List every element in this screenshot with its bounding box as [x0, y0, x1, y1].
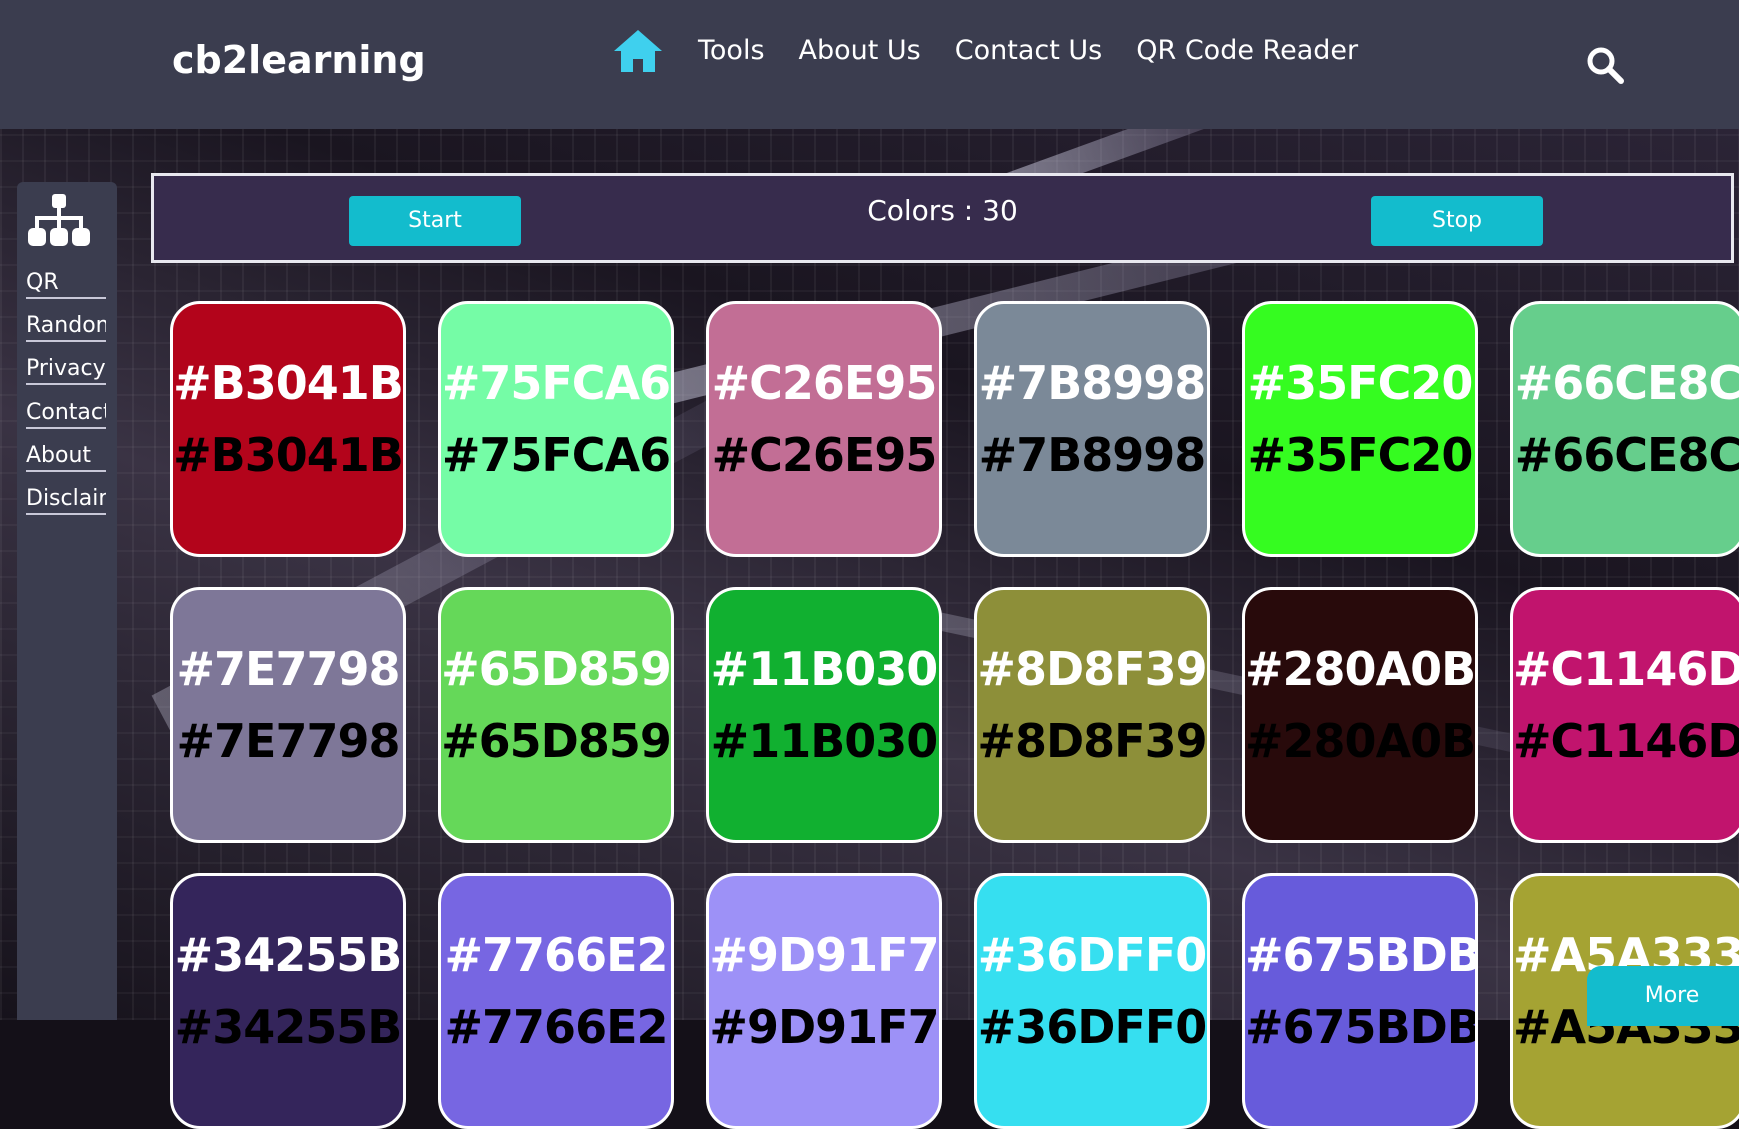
- color-hex-light: #C1146D: [1513, 642, 1739, 696]
- color-hex-light: #9D91F7: [709, 928, 939, 982]
- color-card[interactable]: #280A0B #280A0B: [1242, 587, 1478, 843]
- color-hex-light: #36DFF0: [977, 928, 1207, 982]
- sitemap-icon: [28, 194, 90, 246]
- color-hex-light: #8D8F39: [977, 642, 1207, 696]
- nav-tools[interactable]: Tools: [698, 24, 765, 78]
- color-card[interactable]: #65D859 #65D859: [438, 587, 674, 843]
- color-card[interactable]: #34255B #34255B: [170, 873, 406, 1129]
- color-hex-dark: #36DFF0: [977, 1000, 1207, 1054]
- sidebar: QR Random Privacy Contact About Disclaim…: [17, 182, 117, 1020]
- color-hex-light: #66CE8C: [1514, 356, 1739, 410]
- sidebar-item-contact[interactable]: Contact: [26, 400, 106, 429]
- sidebar-item-disclaimer[interactable]: Disclaimer: [26, 486, 106, 515]
- color-hex-dark: #7E7798: [176, 714, 401, 768]
- color-hex-dark: #8D8F39: [977, 714, 1207, 768]
- color-hex-dark: #7B8998: [978, 428, 1207, 482]
- color-hex-light: #11B030: [710, 642, 939, 696]
- color-hex-dark: #B3041B: [173, 428, 403, 482]
- color-card[interactable]: #11B030 #11B030: [706, 587, 942, 843]
- brand-logo[interactable]: cb2learning: [172, 38, 426, 82]
- color-hex-light: #675BDB: [1245, 928, 1478, 982]
- color-hex-dark: #34255B: [174, 1000, 403, 1054]
- color-hex-light: #75FCA6: [441, 356, 671, 410]
- more-button[interactable]: More: [1587, 966, 1739, 1026]
- color-hex-dark: #11B030: [710, 714, 939, 768]
- color-card[interactable]: #7B8998 #7B8998: [974, 301, 1210, 557]
- color-hex-dark: #9D91F7: [709, 1000, 939, 1054]
- color-card[interactable]: #75FCA6 #75FCA6: [438, 301, 674, 557]
- color-card[interactable]: #7766E2 #7766E2: [438, 873, 674, 1129]
- color-card[interactable]: #7E7798 #7E7798: [170, 587, 406, 843]
- search-icon[interactable]: [1585, 45, 1625, 85]
- color-hex-dark: #C26E95: [711, 428, 938, 482]
- nav-about-us[interactable]: About Us: [799, 24, 921, 78]
- color-hex-light: #280A0B: [1245, 642, 1476, 696]
- color-hex-dark: #65D859: [441, 714, 671, 768]
- color-card[interactable]: #36DFF0 #36DFF0: [974, 873, 1210, 1129]
- color-card[interactable]: #B3041B #B3041B: [170, 301, 406, 557]
- sidebar-item-random[interactable]: Random: [26, 313, 106, 342]
- color-hex-dark: #675BDB: [1245, 1000, 1478, 1054]
- control-bar: Start Colors : 30 Stop: [151, 173, 1734, 263]
- home-icon[interactable]: [612, 27, 664, 75]
- color-hex-light: #34255B: [174, 928, 403, 982]
- color-hex-light: #7766E2: [444, 928, 669, 982]
- color-card[interactable]: #675BDB #675BDB: [1242, 873, 1478, 1129]
- nav-contact-us[interactable]: Contact Us: [955, 24, 1102, 78]
- color-hex-light: #C26E95: [711, 356, 938, 410]
- color-hex-dark: #66CE8C: [1514, 428, 1739, 482]
- color-hex-dark: #7766E2: [444, 1000, 669, 1054]
- sidebar-item-about[interactable]: About: [26, 443, 106, 472]
- color-hex-dark: #35FC20: [1247, 428, 1474, 482]
- site-header: cb2learning Tools About Us Contact Us QR…: [0, 0, 1739, 129]
- color-hex-light: #7B8998: [978, 356, 1207, 410]
- sidebar-item-qr[interactable]: QR: [26, 270, 106, 299]
- color-card[interactable]: #9D91F7 #9D91F7: [706, 873, 942, 1129]
- color-card[interactable]: #C26E95 #C26E95: [706, 301, 942, 557]
- color-card[interactable]: #35FC20 #35FC20: [1242, 301, 1478, 557]
- color-card[interactable]: #66CE8C #66CE8C: [1510, 301, 1739, 557]
- color-card[interactable]: #C1146D #C1146D: [1510, 587, 1739, 843]
- color-hex-light: #B3041B: [173, 356, 403, 410]
- color-hex-dark: #75FCA6: [441, 428, 671, 482]
- stop-button[interactable]: Stop: [1371, 196, 1543, 246]
- color-hex-dark: #280A0B: [1245, 714, 1476, 768]
- color-hex-light: #35FC20: [1247, 356, 1474, 410]
- nav-qr-code-reader[interactable]: QR Code Reader: [1136, 24, 1358, 78]
- main-nav: Tools About Us Contact Us QR Code Reader: [612, 24, 1392, 78]
- color-hex-light: #7E7798: [176, 642, 401, 696]
- color-card[interactable]: #8D8F39 #8D8F39: [974, 587, 1210, 843]
- color-hex-light: #65D859: [441, 642, 671, 696]
- sidebar-item-privacy[interactable]: Privacy: [26, 356, 106, 385]
- color-hex-dark: #C1146D: [1513, 714, 1739, 768]
